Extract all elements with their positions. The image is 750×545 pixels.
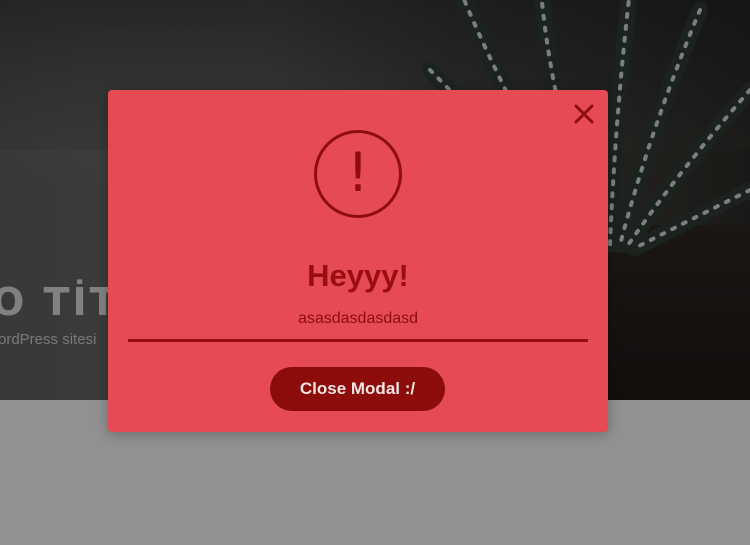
modal-title: Heyyy! (307, 258, 409, 293)
modal-divider (128, 339, 588, 342)
alert-modal: ! Heyyy! asasdasdasdasd Close Modal :/ (108, 90, 608, 432)
close-modal-button[interactable]: Close Modal :/ (270, 367, 445, 411)
exclamation-glyph: ! (347, 141, 369, 204)
close-icon[interactable] (572, 102, 596, 126)
modal-message: asasdasdasdasd (297, 310, 419, 327)
close-icon-glyph (574, 104, 594, 124)
exclamation-circle-icon: ! (314, 130, 402, 218)
